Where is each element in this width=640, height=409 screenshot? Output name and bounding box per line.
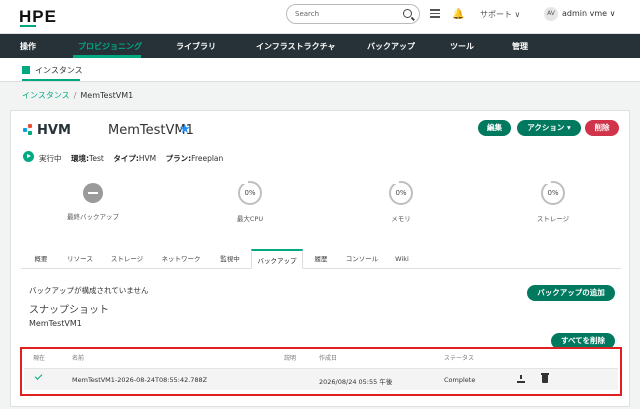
- metric-cpu: 0% 最大CPU: [210, 180, 290, 223]
- avatar[interactable]: AV: [544, 7, 558, 21]
- no-backup-icon: [83, 183, 103, 203]
- col-description: 説明: [284, 355, 297, 362]
- search-input[interactable]: Search: [286, 4, 420, 24]
- nav-infrastructure[interactable]: インフラストラクチャ: [256, 41, 336, 52]
- list-icon[interactable]: [430, 9, 440, 19]
- env-value: Test: [89, 154, 104, 163]
- search-icon[interactable]: [403, 9, 412, 18]
- tab-console[interactable]: コンソール: [341, 249, 383, 269]
- edit-button[interactable]: 編集: [478, 120, 511, 136]
- metric-memory: 0% メモリ: [361, 180, 441, 223]
- breadcrumb: インスタンス / MemTestVM1: [22, 90, 133, 101]
- storage-value: 0%: [547, 189, 559, 197]
- hvm-logo-icon: [23, 124, 33, 136]
- tab-history[interactable]: 履歴: [309, 249, 333, 269]
- memory-label: メモリ: [391, 215, 411, 223]
- subnav-active-indicator: [22, 79, 80, 81]
- memory-value: 0%: [395, 189, 407, 197]
- memory-gauge: 0%: [389, 180, 413, 205]
- main-nav: 操作 プロビジョニング ライブラリ インフラストラクチャ バックアップ ツール …: [0, 34, 640, 58]
- download-icon[interactable]: [517, 375, 525, 383]
- snapshot-created: 2026/08/24 05:55 午後: [319, 378, 393, 386]
- tab-resources[interactable]: リソース: [63, 249, 97, 269]
- nav-admin[interactable]: 管理: [512, 41, 528, 52]
- type-label: タイプ:: [113, 154, 139, 163]
- snapshot-table-header: 現在 名前 説明 作成日 ステータス: [22, 351, 618, 365]
- nav-backup[interactable]: バックアップ: [367, 41, 415, 52]
- star-icon[interactable]: ★: [179, 122, 191, 137]
- tab-storage[interactable]: ストレージ: [107, 249, 147, 269]
- actions-button[interactable]: アクション ▾: [517, 120, 581, 136]
- top-bar: HPE Search 🔔 サポート ∨ AV admin vme ∨: [0, 0, 640, 34]
- hpe-logo[interactable]: HPE: [19, 7, 57, 27]
- logo-accent-bar: [20, 25, 36, 27]
- search-placeholder: Search: [295, 10, 320, 18]
- instances-icon: [22, 66, 30, 74]
- snapshot-status: Complete: [444, 376, 476, 384]
- nav-operations[interactable]: 操作: [20, 41, 36, 52]
- trash-icon[interactable]: [541, 373, 549, 383]
- breadcrumb-current: MemTestVM1: [80, 91, 134, 100]
- plan-value: Freeplan: [191, 154, 224, 163]
- nav-provisioning[interactable]: プロビジョニング: [78, 41, 142, 52]
- table-row[interactable]: MemTestVM1-2026-08-24T08:55:42.788Z 2026…: [24, 368, 618, 390]
- no-backup-message: バックアップが構成されていません: [29, 286, 149, 295]
- storage-label: ストレージ: [536, 215, 570, 223]
- storage-gauge: 0%: [541, 180, 565, 205]
- running-icon: [23, 151, 34, 162]
- sub-nav: インスタンス: [0, 58, 640, 82]
- env-label: 環境:: [71, 154, 90, 163]
- user-menu[interactable]: admin vme ∨: [562, 9, 615, 18]
- snapshot-vm-name: MemTestVM1: [29, 319, 82, 328]
- status-text: 実行中: [39, 154, 62, 163]
- platform-logo-text: HVM: [37, 123, 71, 138]
- cpu-gauge: 0%: [238, 180, 262, 205]
- nav-library[interactable]: ライブラリ: [176, 41, 216, 52]
- col-status: ステータス: [444, 355, 475, 362]
- cpu-value: 0%: [244, 189, 256, 197]
- bell-icon[interactable]: 🔔: [452, 9, 464, 20]
- tab-summary[interactable]: 概要: [29, 249, 53, 269]
- add-backup-button[interactable]: バックアップの追加: [527, 285, 615, 301]
- plan-label: プラン:: [165, 154, 192, 163]
- check-icon: [34, 372, 43, 380]
- col-created: 作成日: [319, 355, 338, 362]
- last-backup-label: 最終バックアップ: [67, 213, 119, 221]
- metric-storage: 0% ストレージ: [513, 180, 593, 223]
- instance-tabs: 概要 リソース ストレージ ネットワーク 監視中 バックアップ 履歴 コンソール…: [21, 249, 621, 269]
- delete-button[interactable]: 削除: [585, 120, 619, 136]
- tab-backups[interactable]: バックアップ: [251, 249, 303, 269]
- metric-last-backup: 最終バックアップ: [53, 181, 133, 221]
- snapshots-heading: スナップショット: [29, 305, 109, 316]
- cpu-label: 最大CPU: [236, 215, 264, 223]
- tab-monitoring[interactable]: 監視中: [213, 249, 247, 269]
- breadcrumb-instances[interactable]: インスタンス: [22, 91, 70, 100]
- status-line: 実行中 環境:Test タイプ:HVM プラン:Freeplan: [39, 153, 223, 164]
- col-current: 現在: [33, 355, 46, 362]
- subnav-instances[interactable]: インスタンス: [35, 65, 83, 76]
- type-value: HVM: [138, 154, 157, 163]
- support-menu[interactable]: サポート ∨: [480, 9, 520, 20]
- breadcrumb-separator: /: [73, 91, 77, 100]
- nav-tools[interactable]: ツール: [450, 41, 474, 52]
- tab-wiki[interactable]: Wiki: [391, 249, 413, 269]
- snapshot-name: MemTestVM1-2026-08-24T08:55:42.788Z: [72, 376, 208, 384]
- tab-network[interactable]: ネットワーク: [157, 249, 205, 269]
- col-name: 名前: [72, 355, 85, 362]
